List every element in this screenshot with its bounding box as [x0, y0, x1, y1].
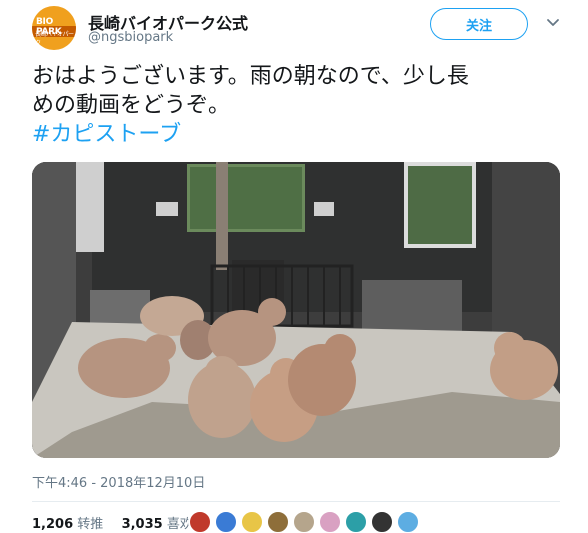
liker-avatar[interactable] [214, 510, 238, 533]
liker-avatar[interactable] [370, 510, 394, 533]
liker-avatar[interactable] [188, 510, 212, 533]
tweet-header: BIO PARK 長崎バイオパーク 長崎バイオパーク公式 @ngsbiopark… [32, 6, 572, 50]
liker-avatars [188, 510, 422, 533]
tweet-media-video[interactable] [32, 162, 560, 458]
divider [32, 501, 560, 502]
tweet-text-line: めの動画をどうぞ。 [32, 93, 231, 118]
liker-avatar[interactable] [266, 510, 290, 533]
retweets-count[interactable]: 1,206 [32, 517, 73, 532]
tweet-text-line: おはようございます。雨の朝なので、少し長 [32, 64, 469, 89]
liker-avatar[interactable] [292, 510, 316, 533]
liker-avatar[interactable] [344, 510, 368, 533]
hashtag-link[interactable]: #カピストーブ [32, 120, 562, 149]
avatar-logo-subtext: 長崎バイオパーク [35, 31, 74, 47]
tweet-text: おはようございます。雨の朝なので、少し長 めの動画をどうぞ。 #カピストーブ [32, 62, 562, 149]
engagement-stats: 1,206 转推 3,035 喜欢 [32, 513, 193, 532]
follow-button[interactable]: 关注 [430, 8, 528, 40]
profile-avatar[interactable]: BIO PARK 長崎バイオパーク [32, 6, 76, 50]
retweets-label[interactable]: 转推 [77, 517, 103, 532]
liker-avatar[interactable] [318, 510, 342, 533]
tweet-timestamp[interactable]: 下午4:46 - 2018年12月10日 [32, 472, 205, 491]
chevron-down-icon[interactable] [546, 16, 560, 30]
likes-count[interactable]: 3,035 [122, 517, 163, 532]
liker-avatar[interactable] [240, 510, 264, 533]
liker-avatar[interactable] [396, 510, 420, 533]
capybara-scene [32, 162, 560, 458]
account-handle[interactable]: @ngsbiopark [88, 30, 173, 45]
